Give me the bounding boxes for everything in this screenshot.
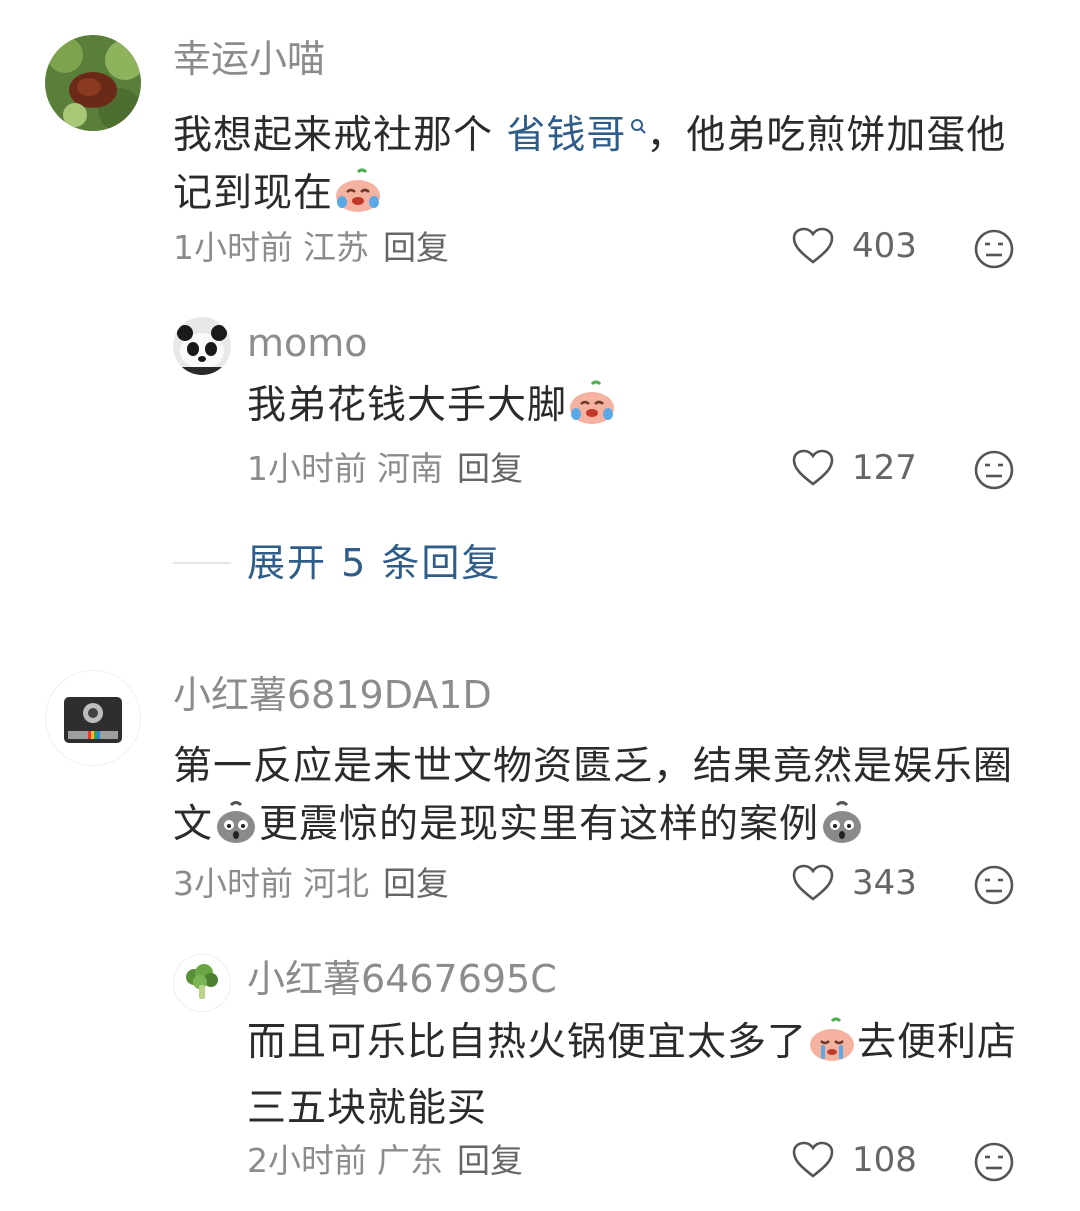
comment-meta: 3小时前 河北 回复 (173, 864, 449, 904)
comment-time: 2小时前 (247, 1141, 367, 1180)
comment-location: 河南 (377, 449, 443, 488)
meh-face-icon (974, 1142, 1014, 1182)
like-count: 343 (852, 863, 917, 903)
comment-location: 河北 (303, 864, 369, 903)
comment-username[interactable]: 幸运小喵 (173, 36, 325, 82)
comment-text: 第一反应是末世文物资匮乏，结果竟然是娱乐圈文 更震惊的是现实里有这样的案例 (173, 738, 1023, 862)
reply-button[interactable]: 回复 (457, 1141, 523, 1180)
meh-face-icon (974, 865, 1014, 905)
heart-icon (792, 227, 834, 264)
comment-text: 而且可乐比自热火锅便宜太多了 去便利店三五块就能买 (247, 1014, 1027, 1138)
crying-emoji-icon (807, 1017, 857, 1080)
expand-replies-button[interactable]: 展开 5 条回复 (247, 540, 501, 586)
dislike-button[interactable] (973, 864, 1015, 910)
comment-meta: 1小时前 江苏 回复 (173, 228, 449, 268)
search-icon[interactable] (630, 98, 647, 156)
avatar[interactable] (173, 954, 231, 1012)
camera-avatar-icon (46, 671, 140, 765)
dislike-button[interactable] (973, 1141, 1015, 1187)
heart-icon (792, 864, 834, 901)
comment-text: 我想起来戒社那个 省钱哥 ，他弟吃煎饼加蛋他记到现在 (173, 98, 1023, 231)
comment-time: 3小时前 (173, 864, 293, 903)
meh-face-icon (974, 229, 1014, 269)
avatar[interactable] (173, 317, 231, 375)
meh-face-icon (974, 450, 1014, 490)
broccoli-avatar-icon (174, 955, 230, 1011)
comment-username[interactable]: momo (247, 320, 368, 366)
crying-laughing-emoji-icon (333, 168, 383, 231)
crying-laughing-emoji-icon (567, 380, 617, 443)
comment-text-part: 我想起来戒社那个 (173, 113, 507, 158)
like-count: 403 (852, 226, 917, 266)
comment-text-part: 我弟花钱大手大脚 (247, 383, 568, 428)
comment-username[interactable]: 小红薯6467695C (247, 956, 557, 1002)
comment-meta: 2小时前 广东 回复 (247, 1141, 523, 1181)
like-button[interactable]: 403 (792, 226, 917, 266)
dislike-button[interactable] (973, 228, 1015, 274)
divider (173, 562, 231, 564)
red-panda-avatar-icon (45, 35, 141, 131)
like-count: 127 (852, 448, 917, 488)
shocked-emoji-icon (819, 799, 865, 862)
shocked-emoji-icon (213, 799, 259, 862)
comment-time: 1小时前 (173, 228, 293, 267)
comment-username[interactable]: 小红薯6819DA1D (173, 672, 492, 718)
reply-button[interactable]: 回复 (457, 449, 523, 488)
comment-location: 广东 (377, 1141, 443, 1180)
like-button[interactable]: 343 (792, 863, 917, 903)
comment-text-part: 而且可乐比自热火锅便宜太多了 (247, 1020, 808, 1065)
reply-button[interactable]: 回复 (383, 864, 449, 903)
comment-location: 江苏 (303, 228, 369, 267)
like-button[interactable]: 127 (792, 448, 917, 488)
dislike-button[interactable] (973, 449, 1015, 495)
comment-time: 1小时前 (247, 449, 367, 488)
avatar[interactable] (45, 670, 141, 766)
search-link[interactable]: 省钱哥 (506, 113, 626, 158)
comment-text-part: 更震惊的是现实里有这样的案例 (259, 802, 820, 847)
avatar[interactable] (45, 35, 141, 131)
comment-meta: 1小时前 河南 回复 (247, 449, 523, 489)
reply-button[interactable]: 回复 (383, 228, 449, 267)
comment-text: 我弟花钱大手大脚 (247, 377, 1027, 443)
panda-avatar-icon (173, 317, 231, 375)
like-button[interactable]: 108 (792, 1140, 917, 1180)
heart-icon (792, 449, 834, 486)
like-count: 108 (852, 1140, 917, 1180)
heart-icon (792, 1141, 834, 1178)
